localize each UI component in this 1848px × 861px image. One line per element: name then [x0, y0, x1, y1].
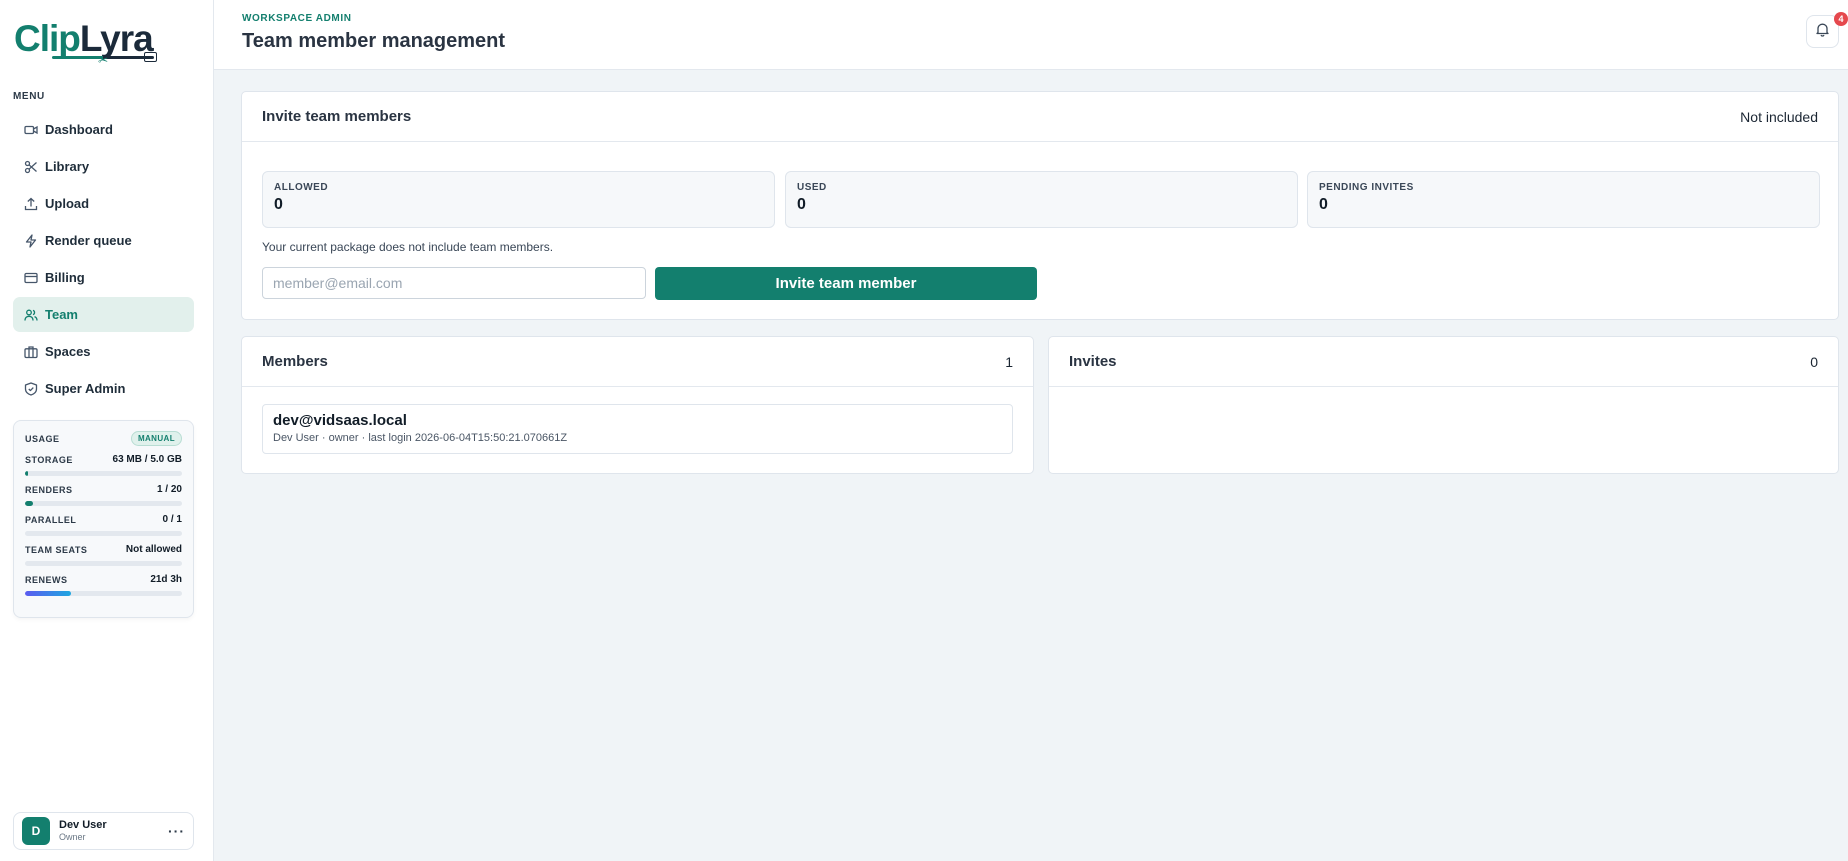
sidebar-item-label: Spaces [45, 344, 91, 359]
more-options-icon[interactable]: ··· [168, 823, 185, 839]
usage-label: PARALLEL [25, 514, 77, 525]
sidebar-item-label: Dashboard [45, 122, 113, 137]
sidebar-item-team[interactable]: Team [13, 297, 194, 332]
invites-count: 0 [1810, 353, 1818, 370]
usage-bar [25, 471, 182, 476]
stat-value: 0 [274, 196, 283, 213]
member-detail: Dev User · owner · last login 2026-06-04… [273, 432, 568, 444]
usage-label: TEAM SEATS [25, 544, 88, 555]
usage-plan-badge: MANUAL [130, 431, 182, 446]
invite-help-text: Your current package does not include te… [262, 240, 554, 254]
usage-title: USAGE [25, 433, 60, 444]
briefcase-icon [24, 345, 38, 359]
scissors-icon [24, 160, 38, 174]
logo-caption-icon [144, 52, 157, 62]
usage-bar-fill [25, 471, 28, 476]
stat-label: PENDING INVITES [1319, 182, 1414, 193]
sidebar-item-render-queue[interactable]: Render queue [13, 223, 194, 258]
credit-card-icon [24, 271, 38, 285]
user-name: Dev User [59, 819, 107, 831]
usage-bar [25, 561, 182, 566]
logo-scissors-icon: ✂ [98, 53, 109, 67]
user-menu[interactable]: D Dev User Owner ··· [13, 812, 194, 850]
stat-pending-invites: PENDING INVITES 0 [1307, 171, 1820, 228]
shield-icon [24, 381, 38, 396]
usage-panel: USAGE MANUAL STORAGE 63 MB / 5.0 GB REND… [13, 420, 194, 618]
top-header: WORKSPACE ADMIN Team member management 4 [214, 0, 1848, 70]
user-role: Owner [59, 832, 86, 842]
lightning-icon [24, 233, 38, 248]
sidebar-item-billing[interactable]: Billing [13, 260, 194, 295]
usage-label: RENDERS [25, 484, 73, 495]
sidebar-item-label: Upload [45, 196, 90, 211]
usage-bar [25, 531, 182, 536]
stat-allowed: ALLOWED 0 [262, 171, 775, 228]
sidebar-item-dashboard[interactable]: Dashboard [13, 112, 194, 147]
members-card: Members 1 dev@vidsaas.local Dev User · o… [241, 336, 1034, 474]
invite-team-card: Invite team members Not included ALLOWED… [241, 91, 1839, 320]
sidebar-item-library[interactable]: Library [13, 149, 194, 184]
upload-icon [24, 197, 38, 211]
sidebar-nav: Dashboard Library Upload Render queue Bi… [13, 112, 194, 408]
stat-used: USED 0 [785, 171, 1298, 228]
card-title: Members [262, 353, 328, 370]
sidebar-item-label: Super Admin [45, 381, 126, 396]
stat-value: 0 [1319, 196, 1328, 213]
stat-value: 0 [797, 196, 806, 213]
usage-value: Not allowed [125, 544, 182, 555]
avatar: D [22, 817, 50, 845]
list-item[interactable]: dev@vidsaas.local Dev User · owner · las… [262, 404, 1013, 454]
usage-row-renders: RENDERS 1 / 20 [25, 484, 182, 506]
stat-label: ALLOWED [274, 182, 329, 193]
usage-value: 1 / 20 [156, 484, 182, 495]
usage-bar [25, 501, 182, 506]
usage-row-storage: STORAGE 63 MB / 5.0 GB [25, 454, 182, 476]
bell-icon [1815, 22, 1830, 42]
notification-count-badge: 4 [1834, 12, 1848, 26]
sidebar-item-super-admin[interactable]: Super Admin [13, 371, 194, 406]
sidebar-item-upload[interactable]: Upload [13, 186, 194, 221]
page-eyebrow: WORKSPACE ADMIN [242, 13, 352, 24]
usage-row-team-seats: TEAM SEATS Not allowed [25, 544, 182, 566]
sidebar-item-label: Render queue [45, 233, 132, 248]
sidebar-item-label: Library [45, 159, 90, 174]
card-title: Invites [1069, 353, 1117, 370]
users-icon [24, 308, 38, 322]
usage-value: 0 / 1 [162, 514, 182, 525]
usage-label: RENEWS [25, 574, 68, 585]
members-count: 1 [1005, 353, 1013, 370]
member-email-input[interactable] [262, 267, 646, 299]
invites-card: Invites 0 [1048, 336, 1839, 474]
card-title: Invite team members [262, 108, 412, 125]
stat-label: USED [797, 182, 827, 193]
sidebar-item-spaces[interactable]: Spaces [13, 334, 194, 369]
member-email: dev@vidsaas.local [273, 412, 407, 429]
usage-bar [25, 591, 182, 596]
usage-row-renews: RENEWS 21d 3h [25, 574, 182, 596]
menu-heading: MENU [13, 91, 45, 102]
usage-row-parallel: PARALLEL 0 / 1 [25, 514, 182, 536]
page-title: Team member management [242, 30, 506, 52]
invite-team-member-button[interactable]: Invite team member [655, 267, 1037, 300]
invite-status: Not included [1740, 108, 1818, 125]
cliplyra-logo[interactable]: ClipLyra ✂ [14, 16, 164, 67]
sidebar: ClipLyra ✂ MENU Dashboard Library Upload [0, 0, 214, 861]
usage-value: 21d 3h [150, 574, 182, 585]
sidebar-item-label: Billing [45, 270, 85, 285]
sidebar-item-label: Team [45, 307, 78, 322]
usage-label: STORAGE [25, 454, 73, 465]
usage-bar-fill [25, 501, 33, 506]
video-icon [24, 123, 38, 137]
usage-value: 63 MB / 5.0 GB [112, 454, 182, 465]
usage-bar-fill [25, 591, 71, 596]
